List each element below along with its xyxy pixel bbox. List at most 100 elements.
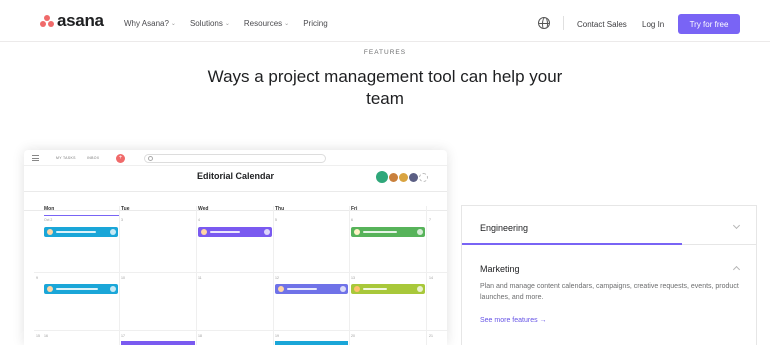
date-number: 14 [429, 276, 433, 280]
top-navigation: asana Why Asana? ⌄ Solutions ⌄ Resources… [0, 0, 770, 42]
avatar [409, 172, 418, 182]
globe-icon[interactable] [538, 17, 550, 29]
task-check-icon [110, 229, 116, 235]
date-number: 11 [198, 276, 202, 280]
day-label: Tue [121, 206, 130, 212]
date-number: 4 [198, 218, 200, 222]
task-text-placeholder [210, 231, 240, 233]
task-text-placeholder [363, 231, 397, 233]
calendar-task [275, 284, 348, 294]
plus-icon: + [116, 154, 125, 163]
marketing-description: Plan and manage content calendars, campa… [480, 283, 739, 301]
log-in-link[interactable]: Log In [642, 20, 664, 29]
day-label: Fri [351, 206, 358, 212]
date-number: 7 [429, 218, 431, 222]
avatar [389, 172, 398, 182]
menu-resources-label: Resources [243, 19, 283, 28]
date-number: 6 [351, 218, 353, 222]
date-number: 12 [275, 276, 279, 280]
date-number: 13 [351, 276, 355, 280]
menu-why-asana[interactable]: Why Asana? ⌄ [124, 19, 176, 28]
today-indicator [44, 215, 119, 216]
editorial-calendar-screenshot: MY TASKS INBOX + Editorial Calendar Mon … [24, 150, 447, 345]
chevron-down-icon [732, 221, 741, 230]
avatar [278, 286, 284, 292]
date-number: 21 [429, 334, 433, 338]
date-number: 9 [36, 276, 38, 280]
add-member-icon [419, 172, 428, 182]
day-label: Thu [275, 206, 285, 212]
grid-line [34, 330, 447, 331]
mock-topbar: MY TASKS INBOX + [24, 150, 447, 166]
task-check-icon [340, 286, 346, 292]
date-number: 10 [121, 276, 125, 280]
grid-line [426, 206, 427, 345]
accordion-title-marketing[interactable]: Marketing [480, 264, 520, 274]
avatar [354, 229, 360, 235]
date-number: Oct 2 [44, 218, 53, 222]
date-number: 18 [198, 334, 202, 338]
day-label: Mon [44, 206, 55, 212]
main-menu: Why Asana? ⌄ Solutions ⌄ Resources ⌄ Pri… [124, 19, 328, 28]
feature-accordion: Engineering Marketing Plan and manage co… [461, 205, 757, 345]
menu-resources[interactable]: Resources ⌄ [244, 19, 289, 28]
task-text-placeholder [363, 288, 387, 290]
date-number: 3 [121, 218, 123, 222]
task-text-placeholder [56, 231, 96, 233]
chevron-up-icon[interactable] [732, 265, 741, 274]
calendar-task [44, 284, 118, 294]
accordion-progress-bar [462, 243, 682, 245]
asana-logo-icon [40, 15, 54, 27]
grid-line [119, 206, 120, 345]
calendar-task [351, 284, 425, 294]
menu-solutions[interactable]: Solutions ⌄ [190, 19, 230, 28]
asana-logo[interactable]: asana [40, 11, 104, 30]
day-label: Wed [198, 206, 209, 212]
avatar [354, 286, 360, 292]
accordion-title-engineering: Engineering [480, 223, 529, 233]
date-number: 19 [275, 334, 279, 338]
task-check-icon [264, 229, 270, 235]
date-number: 17 [121, 334, 125, 338]
chevron-down-icon: ⌄ [284, 21, 290, 27]
date-number: 20 [351, 334, 355, 338]
date-number: 16 [44, 334, 48, 338]
accordion-item-engineering[interactable]: Engineering [462, 206, 756, 245]
section-eyebrow: FEATURES [363, 49, 407, 56]
menu-pricing[interactable]: Pricing [303, 19, 327, 28]
calendar-task [275, 341, 348, 345]
nav-divider [563, 16, 564, 30]
avatar [399, 172, 408, 182]
avatar [376, 171, 388, 183]
task-text-placeholder [287, 288, 317, 290]
avatar [47, 229, 53, 235]
brand-name: asana [57, 11, 104, 30]
calendar-day-header: Mon Tue Wed Thu Fri [24, 191, 447, 212]
date-number: 5 [275, 218, 277, 222]
grid-line [349, 206, 350, 345]
calendar-task [351, 227, 425, 237]
grid-line [34, 272, 447, 273]
task-check-icon [110, 286, 116, 292]
contact-sales-link[interactable]: Contact Sales [577, 20, 627, 29]
member-avatars [376, 171, 428, 183]
task-check-icon [417, 229, 423, 235]
menu-why-asana-label: Why Asana? [124, 19, 169, 28]
avatar [201, 229, 207, 235]
try-for-free-button[interactable]: Try for free [678, 14, 740, 34]
chevron-down-icon: ⌄ [170, 21, 176, 27]
calendar-task [44, 227, 118, 237]
see-more-features-link[interactable]: See more features → [480, 317, 547, 324]
calendar-task [121, 341, 195, 345]
hamburger-icon [32, 155, 39, 161]
task-check-icon [417, 286, 423, 292]
calendar-task [198, 227, 272, 237]
task-text-placeholder [56, 288, 98, 290]
menu-solutions-label: Solutions [189, 19, 223, 28]
chevron-down-icon: ⌄ [224, 21, 230, 27]
page-headline: Ways a project management tool can help … [207, 67, 563, 108]
menu-pricing-label: Pricing [303, 19, 328, 28]
mock-search-bar [144, 154, 326, 163]
grid-line [273, 206, 274, 345]
mock-my-tasks: MY TASKS [56, 156, 76, 160]
